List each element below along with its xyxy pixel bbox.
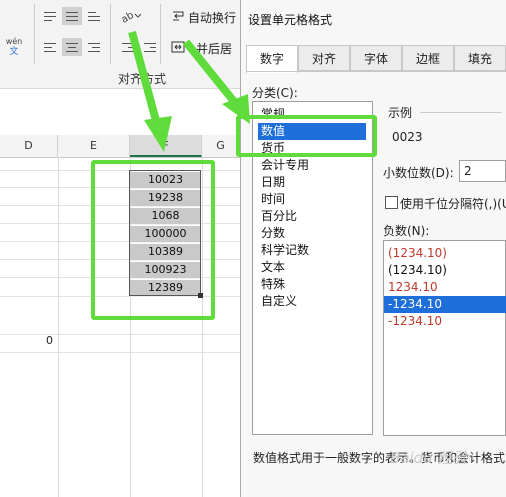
- annotation-arrows: [128, 30, 250, 152]
- arrow-icon: [182, 39, 250, 124]
- arrow-icon: [128, 30, 172, 152]
